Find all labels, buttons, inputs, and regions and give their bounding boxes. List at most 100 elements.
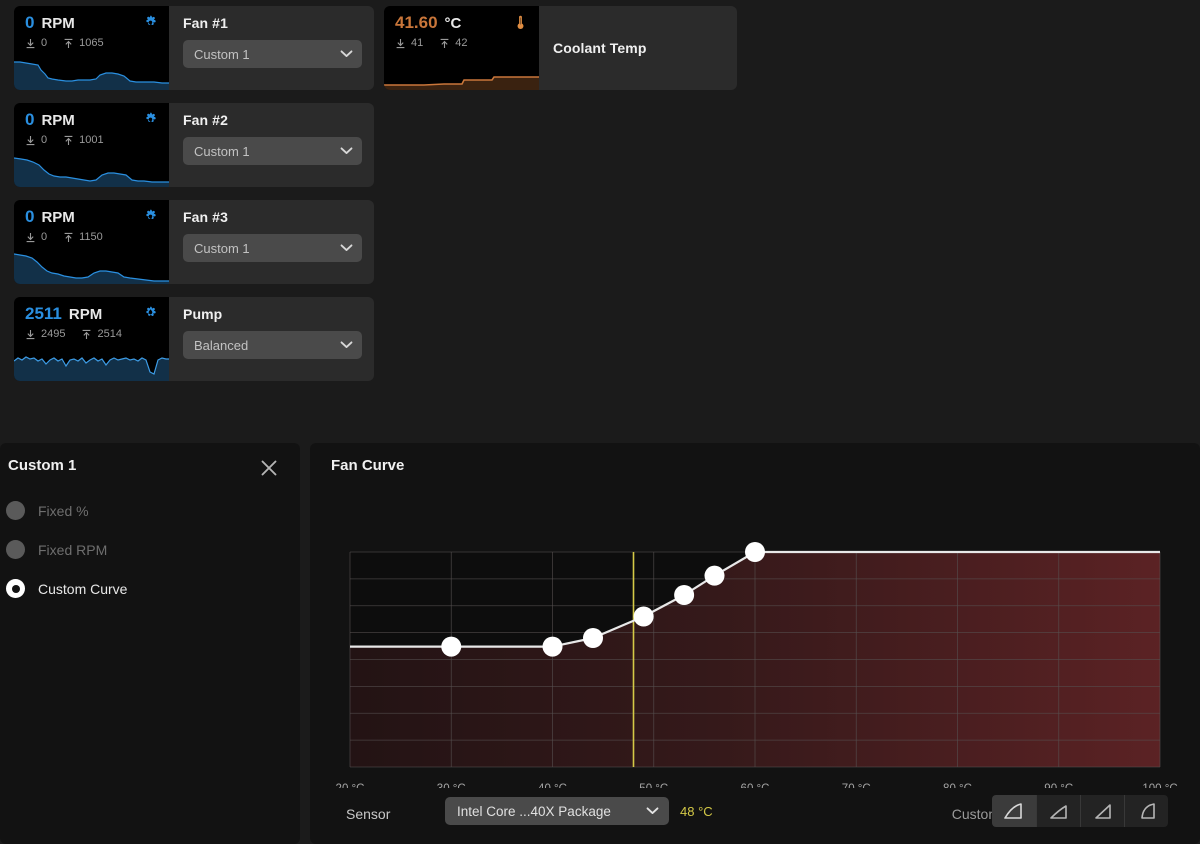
max-arrow-icon [64,232,73,242]
radio-indicator [6,501,25,520]
chevron-down-icon [340,341,353,348]
sparkline-coolant [384,76,539,90]
min-arrow-icon [26,232,35,242]
preset-quiet-icon[interactable] [1036,795,1080,827]
max-value: 1150 [79,231,103,243]
rpm-value: 2511 [25,304,62,323]
chevron-down-icon [340,147,353,154]
min-value: 2495 [41,328,66,340]
rpm-unit: RPM [41,15,75,32]
min-value: 0 [41,134,48,146]
max-arrow-icon [64,135,73,145]
profile-select-fan3[interactable]: Custom 1 [183,234,362,262]
max-group: 1001 [63,134,104,146]
max-value: 1001 [79,134,104,146]
min-value: 41 [411,37,424,49]
max-group: 42 [439,37,468,49]
radio-fixed-percent[interactable]: Fixed % [0,491,300,530]
min-arrow-icon [26,135,35,145]
profile-select-pump[interactable]: Balanced [183,331,362,359]
profile-settings-panel: Custom 1 Fixed % Fixed RPM Custom Curve [0,443,300,844]
close-icon[interactable] [259,458,279,478]
thermometer-icon [517,15,524,30]
namebox-coolant: Coolant Temp [539,6,737,90]
readout-minmax: 41 42 [395,37,468,49]
chevron-down-icon [340,50,353,57]
curve-panel-title: Fan Curve [331,457,405,474]
readout-main: 41.60 °C [395,13,461,33]
namebox-fan2: Fan #2 Custom 1 [169,103,374,187]
sensor-select[interactable]: Intel Core ...40X Package [445,797,669,825]
min-value: 0 [41,37,48,49]
chevron-down-icon [340,244,353,251]
min-group: 2495 [25,328,65,340]
device-name: Coolant Temp [553,40,647,56]
min-group: 0 [25,231,47,243]
sensor-temp-readout: 48 °C [680,804,713,819]
max-group: 2514 [81,328,122,340]
namebox-fan1: Fan #1 Custom 1 [169,6,374,90]
readout-main: 0 RPM [25,110,75,130]
readout-minmax: 0 1150 [25,231,103,243]
preset-aggressive-icon[interactable] [1124,795,1168,827]
temp-value: 41.60 [395,13,438,32]
sparkline-fan3 [14,253,169,284]
readout-main: 0 RPM [25,13,75,33]
readout-coolant: 41.60 °C 41 42 [384,6,539,90]
sparkline-pump [14,356,169,381]
rpm-unit: RPM [68,306,103,323]
radio-indicator [6,540,25,559]
profile-select-value: Custom 1 [194,46,250,62]
min-arrow-icon [26,329,35,339]
radio-fixed-rpm[interactable]: Fixed RPM [0,530,300,569]
device-card-fan3: 0 RPM 0 1150 Fan #3 Custom 1 [14,200,374,284]
max-group: 1150 [63,231,103,243]
max-value: 42 [455,37,468,49]
fan-gear-icon[interactable] [142,14,159,31]
fan-gear-icon[interactable] [142,208,159,225]
radio-label: Custom Curve [38,580,128,597]
max-arrow-icon [64,38,73,48]
preset-silent-icon[interactable] [992,795,1036,827]
min-value: 0 [41,231,48,243]
curve-shape-convex-icon [1140,803,1155,819]
fan-gear-icon[interactable] [142,111,159,128]
readout-minmax: 0 1001 [25,134,104,146]
readout-main: 0 RPM [25,207,75,227]
rpm-value: 0 [25,207,35,226]
max-arrow-icon [83,329,91,339]
curve-controls-bar: Sensor Intel Core ...40X Package 48 °C C… [310,786,1200,844]
profile-select-fan2[interactable]: Custom 1 [183,137,362,165]
sensor-label: Sensor [346,806,391,822]
temp-unit: °C [444,15,462,32]
sparkline-fan2 [14,157,169,187]
preset-balanced-icon[interactable] [1080,795,1124,827]
device-card-fan2: 0 RPM 0 1001 Fan #2 Custom 1 [14,103,374,187]
max-value: 1065 [79,37,104,49]
min-group: 41 [395,37,423,49]
pump-icon[interactable] [142,305,159,322]
profile-select-value: Custom 1 [194,240,250,256]
panel-header: Custom 1 [0,443,300,491]
device-name: Pump [183,306,223,322]
radio-custom-curve[interactable]: Custom Curve [0,569,300,608]
rpm-value: 0 [25,110,35,129]
device-card-coolant: 41.60 °C 41 42 Coolant Temp [384,6,737,90]
device-list: 0 RPM 0 1065 Fan #1 Custom 1 0 RPM 0 100… [0,0,1200,435]
namebox-pump: Pump Balanced [169,297,374,381]
min-arrow-icon [396,38,405,48]
sensor-select-value: Intel Core ...40X Package [457,803,611,819]
device-name: Fan #1 [183,15,228,31]
profile-select-value: Custom 1 [194,143,250,159]
min-arrow-icon [26,38,35,48]
radio-label: Fixed RPM [38,541,108,558]
curve-shape-linear-icon [1094,804,1111,819]
readout-fan1: 0 RPM 0 1065 [14,6,169,90]
sparkline-fan1 [14,61,169,90]
fan-curve-plot[interactable]: 20 °C30 °C40 °C50 °C60 °C70 °C80 °C90 °C… [310,488,1200,788]
rpm-unit: RPM [41,112,75,129]
profile-select-fan1[interactable]: Custom 1 [183,40,362,68]
max-value: 2514 [97,328,122,340]
fan-curve-panel: Fan Curve 20 °C30 °C40 °C50 °C60 °C70 °C… [310,443,1200,844]
fan-curve-svg[interactable]: 20 °C30 °C40 °C50 °C60 °C70 °C80 °C90 °C… [310,488,1200,788]
